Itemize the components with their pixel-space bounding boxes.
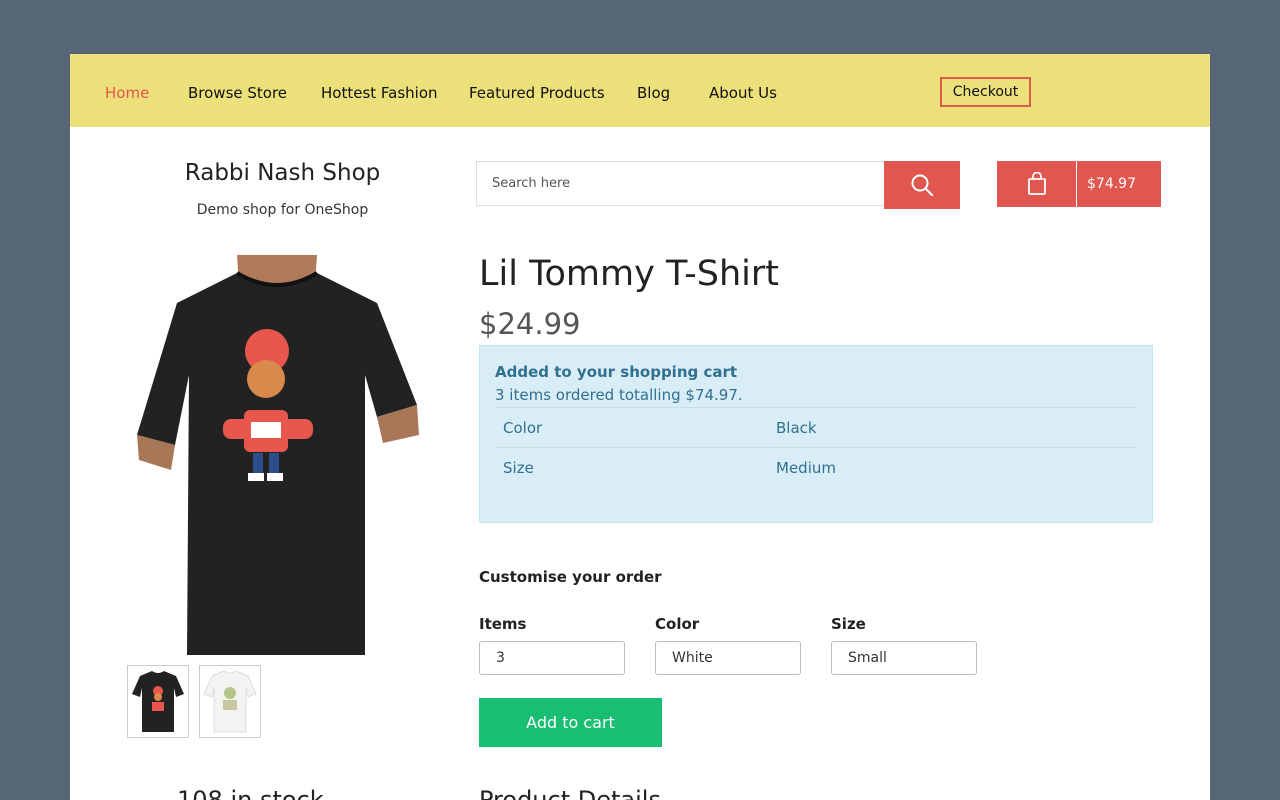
alert-row-value: Black — [776, 419, 817, 437]
color-field[interactable] — [655, 641, 801, 675]
search-icon — [911, 174, 934, 197]
search-input[interactable] — [476, 161, 885, 206]
product-title: Lil Tommy T-Shirt — [479, 254, 779, 294]
search-button[interactable] — [884, 161, 960, 209]
top-navbar: Home Browse Store Hottest Fashion Featur… — [70, 54, 1210, 127]
items-label: Items — [479, 615, 527, 633]
product-details-heading: Product Details — [479, 786, 661, 800]
thumbnail-black-shirt[interactable] — [127, 665, 189, 738]
color-label: Color — [655, 615, 700, 633]
nav-blog[interactable]: Blog — [637, 84, 670, 102]
nav-featured-products[interactable]: Featured Products — [469, 84, 605, 102]
checkout-button[interactable]: Checkout — [940, 77, 1031, 107]
alert-row-value: Medium — [776, 459, 836, 477]
alert-row-color: Color Black — [495, 407, 1136, 447]
cart-button[interactable] — [997, 161, 1076, 207]
shop-subtitle: Demo shop for OneShop — [196, 202, 369, 218]
product-image[interactable] — [127, 255, 427, 655]
add-to-cart-button[interactable]: Add to cart — [479, 698, 662, 747]
shop-title: Rabbi Nash Shop — [184, 160, 381, 186]
nav-hottest-fashion[interactable]: Hottest Fashion — [321, 84, 438, 102]
alert-row-key: Size — [503, 459, 534, 477]
size-label: Size — [831, 615, 866, 633]
alert-row-size: Size Medium — [495, 447, 1136, 487]
stock-count: 108 in stock — [177, 786, 324, 800]
nav-home[interactable]: Home — [105, 84, 149, 102]
customise-heading: Customise your order — [479, 568, 662, 586]
nav-browse-store[interactable]: Browse Store — [188, 84, 287, 102]
shopping-bag-icon — [1027, 172, 1046, 195]
alert-title: Added to your shopping cart — [495, 363, 738, 381]
thumbnail-white-shirt[interactable] — [199, 665, 261, 738]
items-quantity-input[interactable] — [479, 641, 625, 675]
nav-about-us[interactable]: About Us — [709, 84, 777, 102]
alert-row-key: Color — [503, 419, 543, 437]
cart-total[interactable]: $74.97 — [1077, 161, 1161, 207]
size-field[interactable] — [831, 641, 977, 675]
page-container: Home Browse Store Hottest Fashion Featur… — [70, 54, 1210, 800]
product-price: $24.99 — [479, 307, 581, 341]
alert-summary: 3 items ordered totalling $74.97. — [495, 386, 743, 404]
cart-added-alert: Added to your shopping cart 3 items orde… — [479, 345, 1153, 523]
